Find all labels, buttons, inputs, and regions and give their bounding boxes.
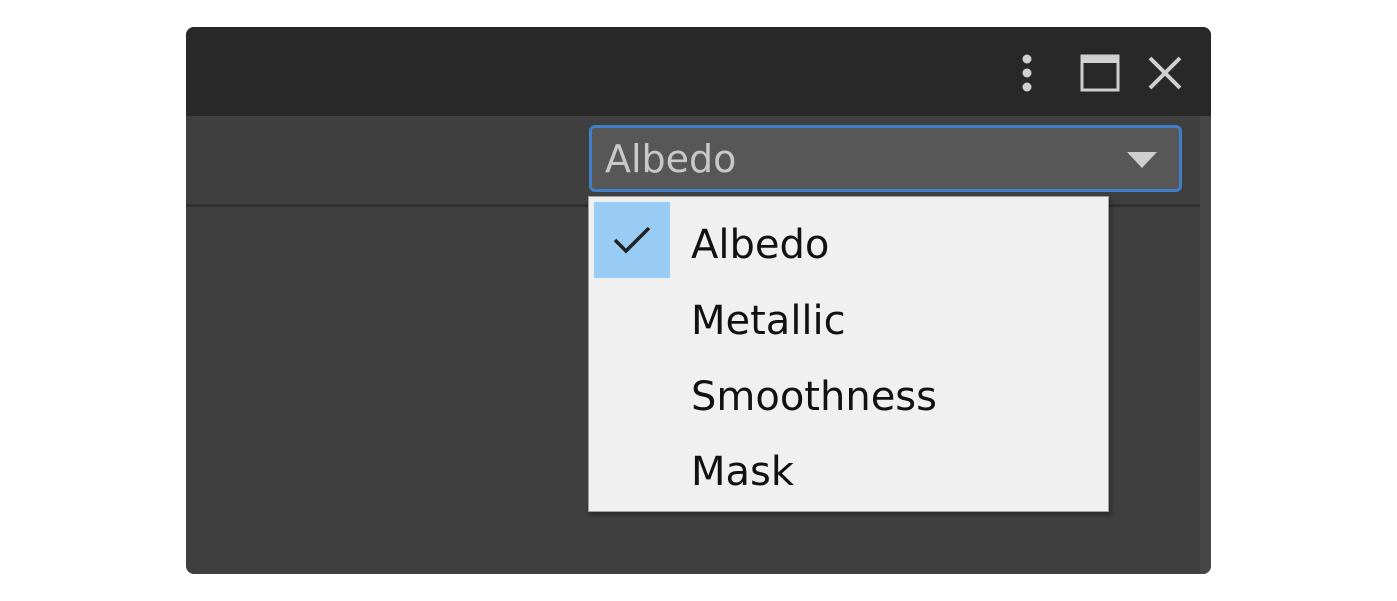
checkmark-icon [613,226,651,254]
menu-item-albedo[interactable]: Albedo [589,197,1108,278]
dropdown-menu: Albedo Metallic Smoothness Mask [588,196,1109,512]
scrollbar-track[interactable] [1200,116,1211,574]
vertical-ellipsis-icon [1022,54,1032,92]
triangle-down-icon [1127,152,1157,168]
close-icon [1148,56,1182,90]
menu-item-smoothness[interactable]: Smoothness [589,359,1108,435]
menu-item-label: Albedo [691,222,830,268]
more-options-button[interactable] [1012,49,1042,97]
close-button[interactable] [1143,49,1187,97]
menu-item-label: Smoothness [691,374,937,420]
menu-item-mask[interactable]: Mask [589,434,1108,510]
dropdown-selected-value: Albedo [605,136,737,181]
menu-check-highlight [594,202,670,278]
channel-dropdown[interactable]: Albedo [589,125,1182,192]
menu-item-metallic[interactable]: Metallic [589,283,1108,359]
menu-item-label: Metallic [691,298,846,344]
menu-item-label: Mask [691,449,795,495]
maximize-icon [1080,54,1120,92]
maximize-button[interactable] [1078,49,1122,97]
window-titlebar [186,27,1211,116]
